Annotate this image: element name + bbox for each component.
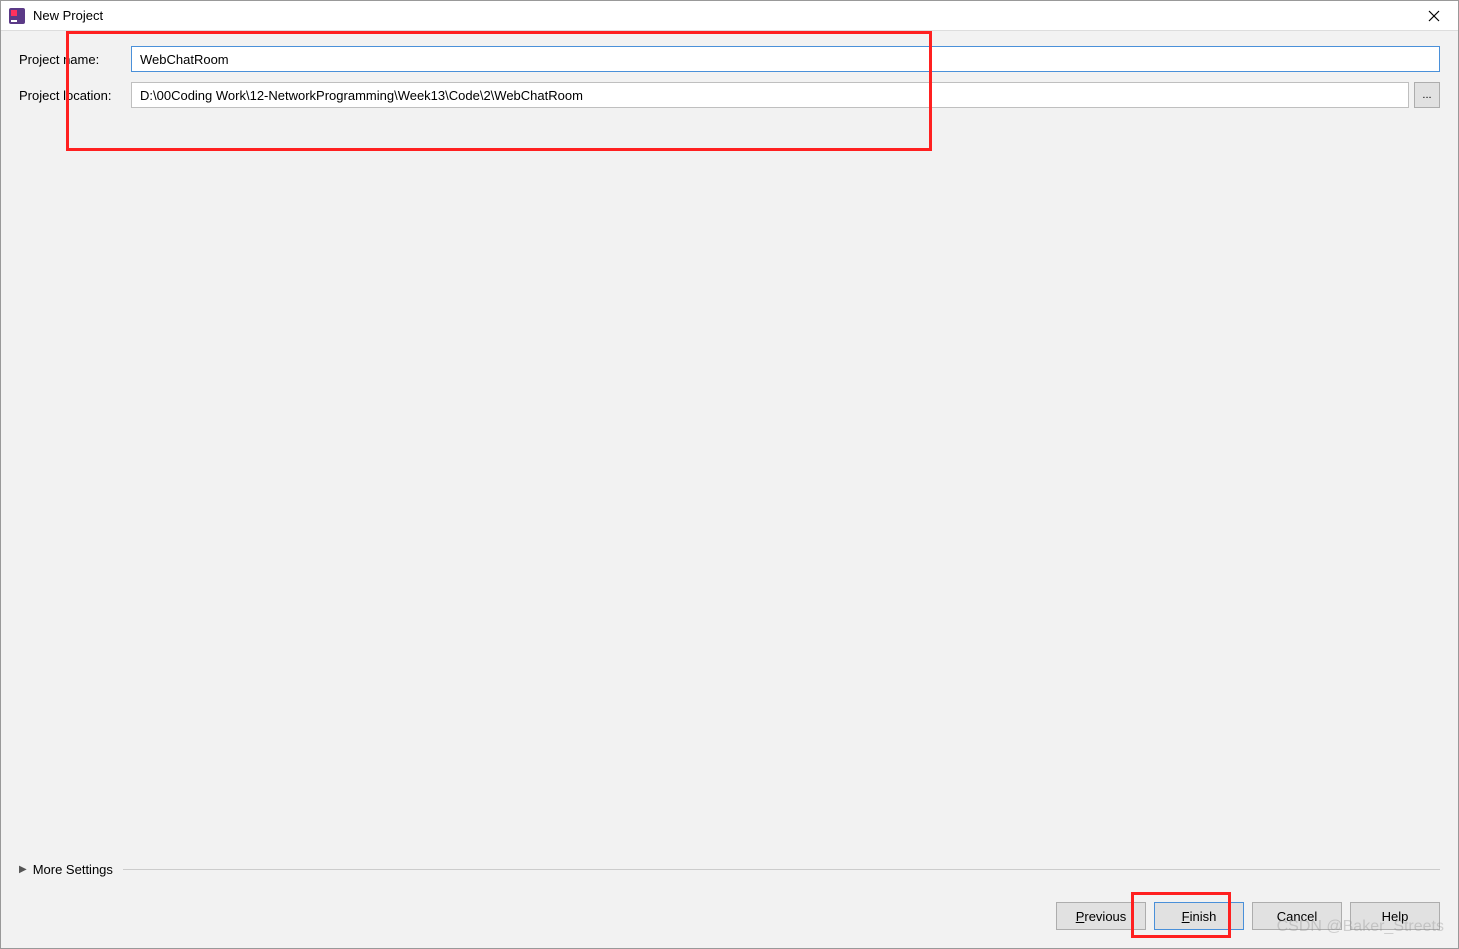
divider (123, 869, 1440, 870)
title-bar: New Project (1, 1, 1458, 31)
help-button[interactable]: Help (1350, 902, 1440, 930)
app-icon (9, 8, 25, 24)
project-location-row: Project location: ... (19, 82, 1440, 108)
project-name-label: Project name: (19, 52, 131, 67)
project-location-input[interactable] (131, 82, 1409, 108)
browse-button[interactable]: ... (1414, 82, 1440, 108)
project-name-input[interactable] (131, 46, 1440, 72)
window-title: New Project (33, 8, 1418, 23)
more-settings-toggle[interactable]: ▶ More Settings (19, 862, 1440, 877)
previous-button[interactable]: Previous (1056, 902, 1146, 930)
button-row: Previous Finish Cancel Help (19, 902, 1440, 930)
close-button[interactable] (1418, 2, 1450, 30)
project-name-row: Project name: (19, 46, 1440, 72)
cancel-button[interactable]: Cancel (1252, 902, 1342, 930)
more-settings-label: More Settings (33, 862, 113, 877)
dialog-content: Project name: Project location: ... (1, 31, 1458, 828)
bottom-area: ▶ More Settings Previous Finish Cancel H… (1, 862, 1458, 948)
finish-button[interactable]: Finish (1154, 902, 1244, 930)
chevron-right-icon: ▶ (19, 864, 27, 875)
project-location-label: Project location: (19, 88, 131, 103)
